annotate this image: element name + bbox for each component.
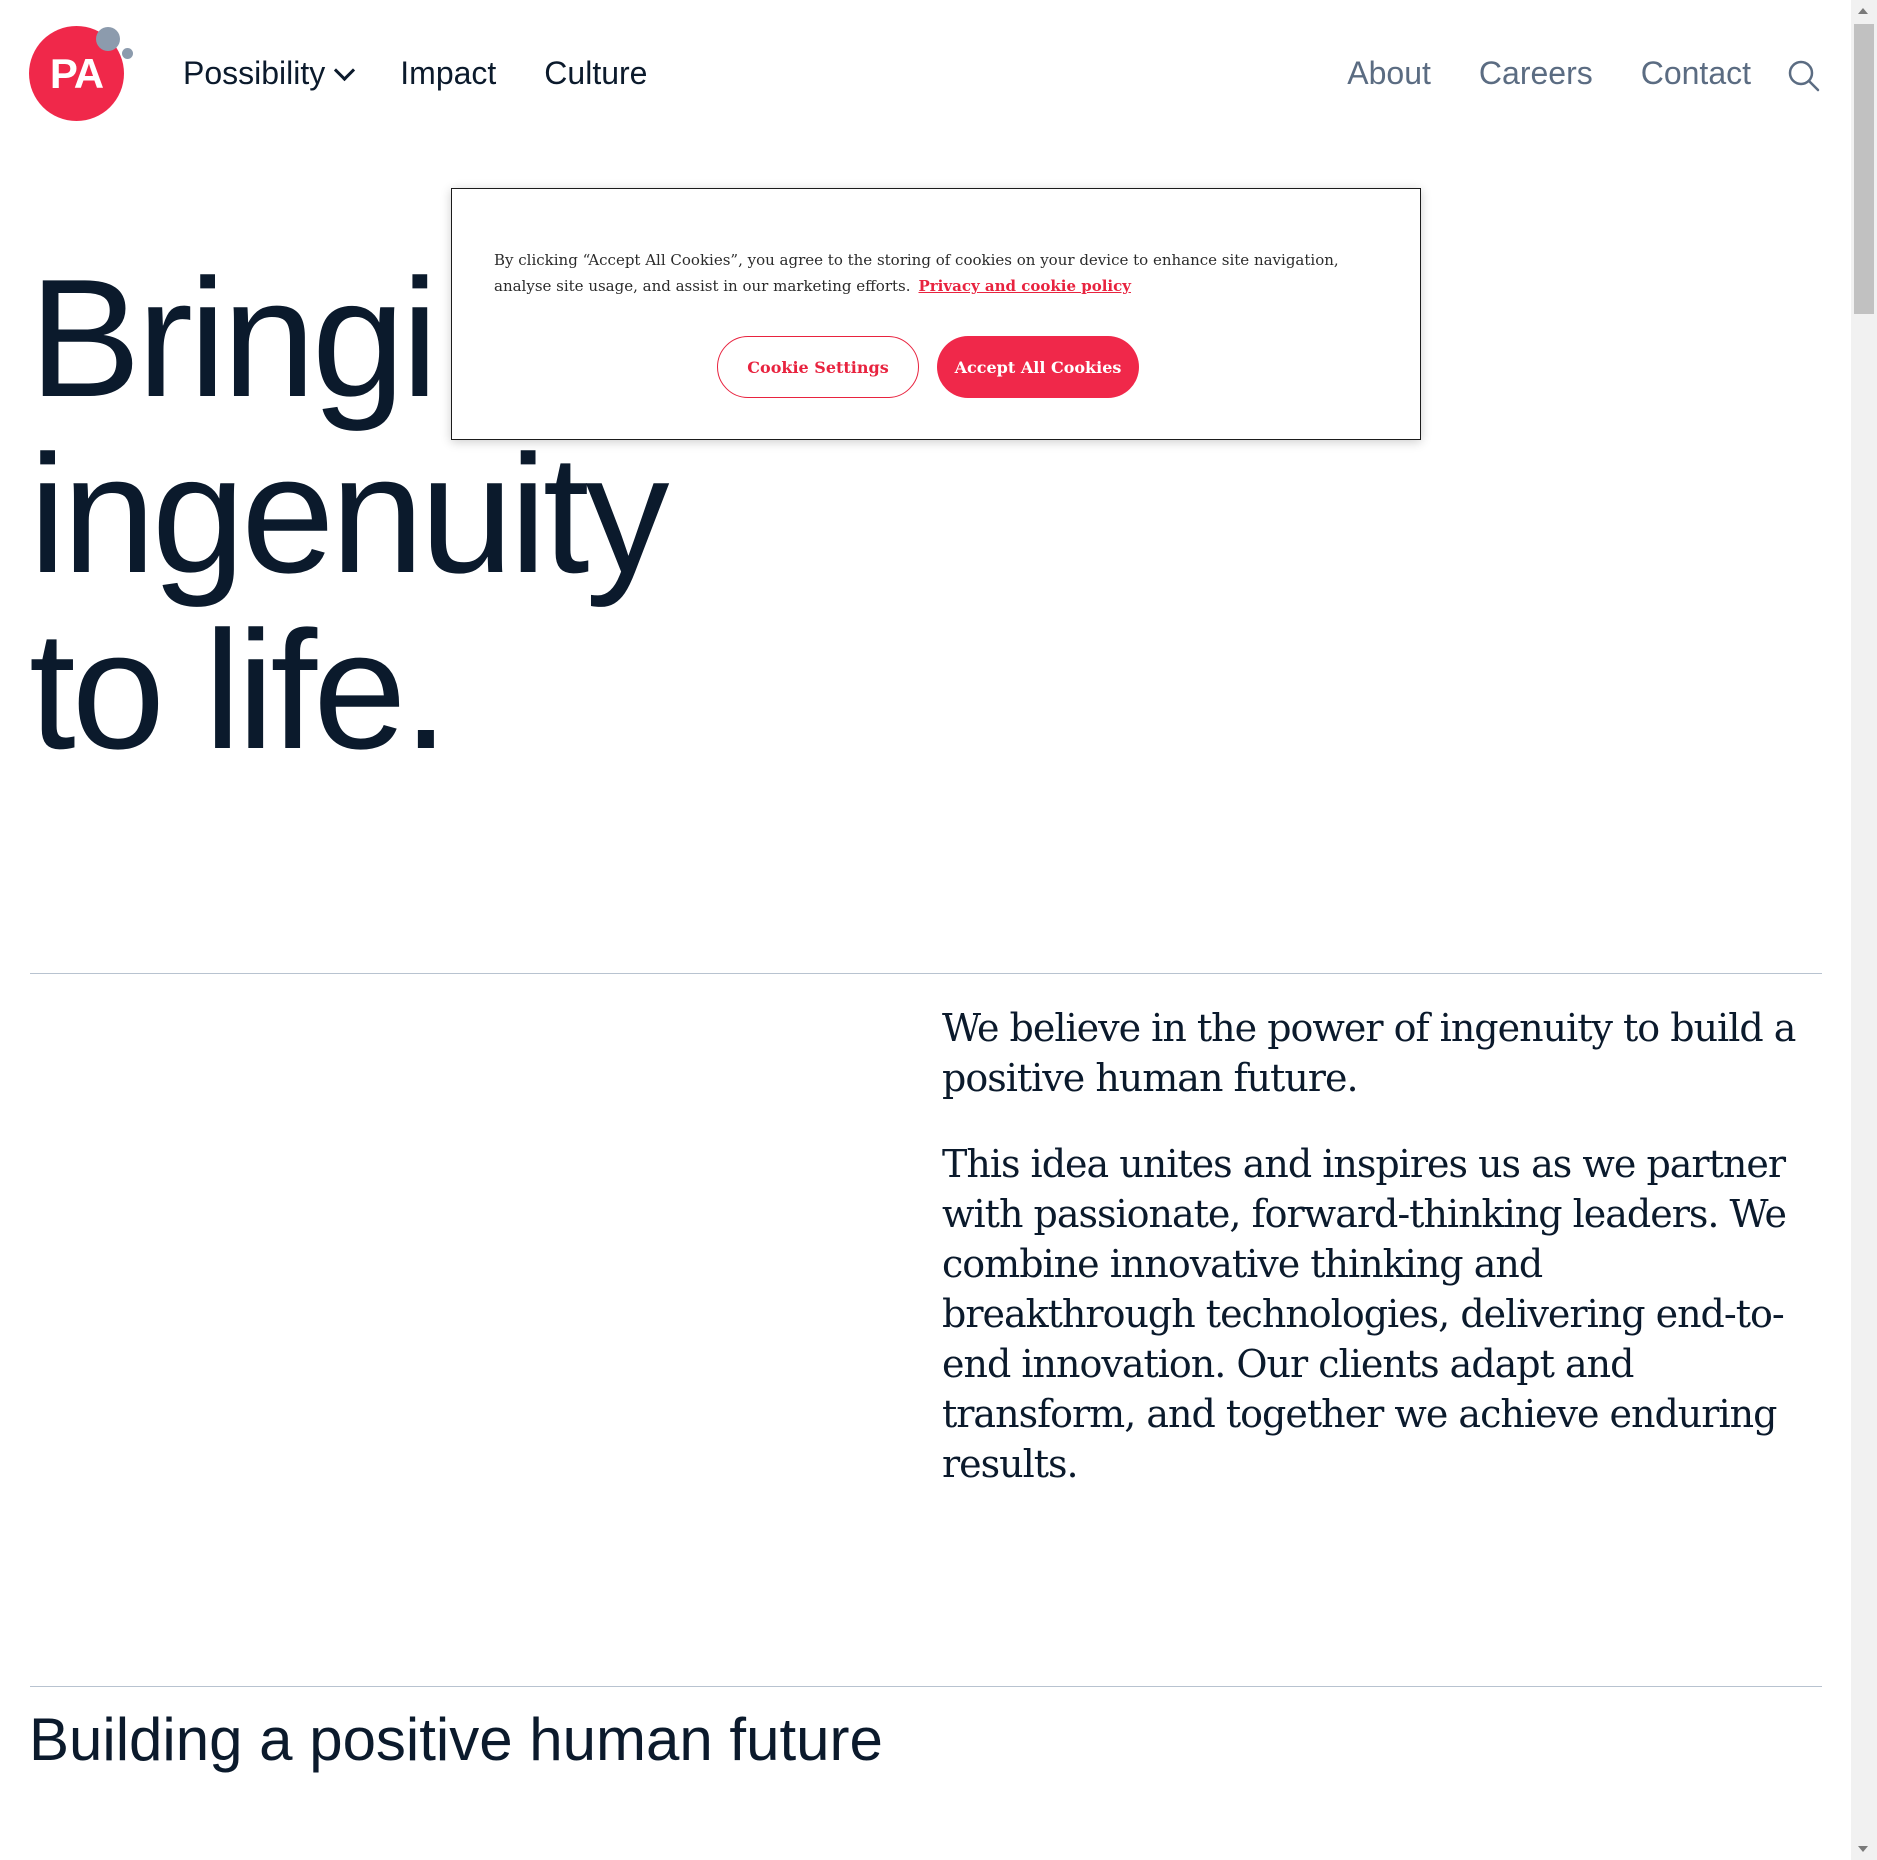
cookie-settings-button[interactable]: Cookie Settings xyxy=(717,336,919,398)
cookie-message: By clicking “Accept All Cookies”, you ag… xyxy=(494,247,1384,299)
intro-body: This idea unites and inspires us as we p… xyxy=(942,1142,1787,1486)
nav-item-culture[interactable]: Culture xyxy=(544,55,647,92)
nav-item-careers[interactable]: Careers xyxy=(1479,55,1593,92)
logo-dot-small-icon xyxy=(122,48,133,59)
primary-nav: Possibility Impact Culture xyxy=(183,55,647,92)
nav-item-possibility[interactable]: Possibility xyxy=(183,55,356,92)
secondary-nav: About Careers Contact xyxy=(1347,55,1751,92)
logo-dot-icon xyxy=(96,27,120,51)
hero-line: ingenuity xyxy=(29,420,669,608)
nav-item-label: Possibility xyxy=(183,55,326,91)
privacy-policy-link[interactable]: Privacy and cookie policy xyxy=(919,277,1131,295)
nav-item-label: Culture xyxy=(544,55,648,91)
intro-lead: We believe in the power of ingenuity to … xyxy=(942,1006,1796,1100)
scroll-up-icon[interactable] xyxy=(1858,8,1868,14)
scrollbar-thumb[interactable] xyxy=(1854,24,1874,314)
section-heading: Building a positive human future xyxy=(29,1706,883,1773)
cookie-message-text: By clicking “Accept All Cookies”, you ag… xyxy=(494,251,1339,295)
chevron-down-icon xyxy=(334,59,356,82)
accept-all-cookies-button[interactable]: Accept All Cookies xyxy=(937,336,1139,398)
hero-line: to life. xyxy=(29,596,449,784)
section-divider xyxy=(30,1686,1822,1687)
page: PA Possibility Impact Culture About Care… xyxy=(0,0,1877,1860)
nav-item-impact[interactable]: Impact xyxy=(400,55,496,92)
nav-item-contact[interactable]: Contact xyxy=(1641,55,1751,92)
section-divider xyxy=(30,973,1822,974)
nav-item-about[interactable]: About xyxy=(1347,55,1431,92)
nav-item-label: Impact xyxy=(400,55,497,91)
scroll-down-icon[interactable] xyxy=(1858,1846,1868,1852)
search-icon[interactable] xyxy=(1788,60,1820,92)
cookie-consent-dialog: By clicking “Accept All Cookies”, you ag… xyxy=(451,188,1421,440)
logo-text: PA xyxy=(49,49,104,97)
